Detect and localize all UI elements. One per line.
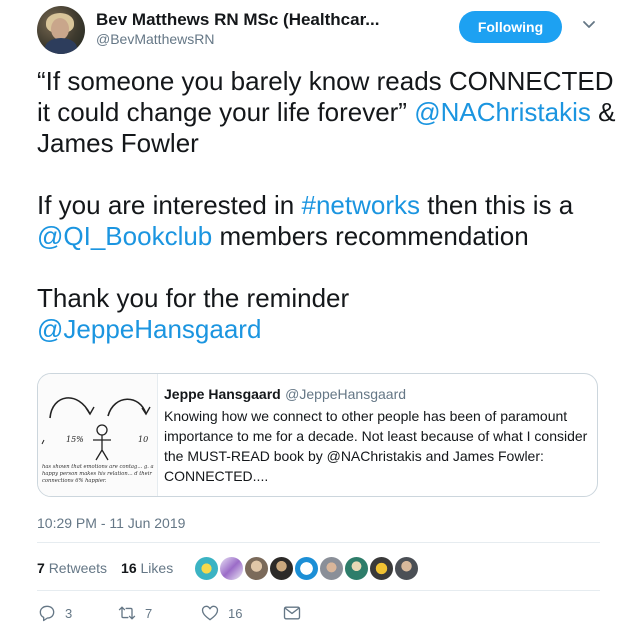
image-label-right: 10 [138, 435, 148, 444]
retweet-count: 7 [145, 605, 153, 621]
liker-avatars [193, 555, 420, 582]
liker-avatar[interactable] [343, 555, 370, 582]
network-sketch-illustration: 15% 10 has shown that emotions are conta… [41, 397, 154, 484]
direct-message-button[interactable] [282, 603, 310, 623]
tweet-text-segment: members recommendation [212, 221, 529, 251]
author-handle[interactable]: @BevMatthewsRN [96, 31, 214, 47]
liker-avatar[interactable] [318, 555, 345, 582]
retweet-icon [118, 606, 136, 620]
quoted-tweet-content: Jeppe Hansgaard @JeppeHansgaard Knowing … [164, 386, 594, 486]
chevron-down-icon[interactable] [579, 15, 599, 35]
quoted-tweet-header: Jeppe Hansgaard @JeppeHansgaard [164, 386, 594, 404]
author-name[interactable]: Bev Matthews RN MSc (Healthcar... [96, 10, 379, 30]
liker-avatar[interactable] [368, 555, 395, 582]
tweet-text-segment: If you are interested in [37, 190, 302, 220]
reply-icon [39, 605, 55, 622]
liker-avatar[interactable] [193, 555, 220, 582]
tweet-paragraph-3: Thank you for the reminder @JeppeHansgaar… [37, 283, 617, 345]
quoted-tweet-text: Knowing how we connect to other people h… [164, 408, 588, 484]
quoted-author-name: Jeppe Hansgaard [164, 386, 281, 402]
quoted-author-handle: @JeppeHansgaard [285, 386, 407, 402]
quoted-tweet-image[interactable]: 15% 10 has shown that emotions are conta… [38, 374, 158, 496]
image-label-left: 15% [66, 435, 84, 444]
divider [37, 542, 600, 543]
mention-link[interactable]: @QI_Bookclub [37, 221, 212, 251]
tweet-text-segment: Thank you for the reminder [37, 283, 350, 313]
like-icon [201, 605, 219, 621]
retweet-button[interactable]: 7 [117, 603, 200, 623]
liker-avatar[interactable] [268, 555, 295, 582]
likes-count: 16 [121, 560, 137, 576]
avatar-shirt [45, 38, 77, 54]
tweet-timestamp[interactable]: 10:29 PM - 11 Jun 2019 [37, 515, 185, 531]
liker-avatar[interactable] [243, 555, 270, 582]
tweet-paragraph-1: “If someone you barely know reads CONNEC… [37, 66, 617, 159]
mention-link[interactable]: @NAChristakis [414, 97, 591, 127]
divider [37, 590, 600, 591]
likes-stat[interactable]: 16 Likes [121, 560, 173, 576]
like-button[interactable]: 16 [200, 603, 282, 623]
liker-avatar[interactable] [218, 555, 245, 582]
following-button[interactable]: Following [459, 11, 562, 43]
retweets-count: 7 [37, 560, 45, 576]
likes-label: Likes [140, 560, 174, 576]
like-count: 16 [228, 605, 243, 621]
image-caption: has shown that emotions are contag... g.… [42, 464, 154, 484]
tweet-text-segment: then this is a [419, 190, 574, 220]
tweet-actions: 3 7 16 [37, 603, 310, 623]
mention-link[interactable]: @JeppeHansgaard [37, 314, 261, 344]
liker-avatar[interactable] [393, 555, 420, 582]
retweets-stat[interactable]: 7 Retweets [37, 560, 107, 576]
tweet-text: “If someone you barely know reads CONNEC… [37, 66, 617, 376]
message-icon [283, 606, 301, 620]
quoted-tweet-card[interactable]: 15% 10 has shown that emotions are conta… [37, 373, 598, 497]
avatar-face [51, 18, 69, 40]
tweet: Bev Matthews RN MSc (Healthcar... @BevMa… [0, 0, 636, 636]
retweets-label: Retweets [48, 560, 108, 576]
author-avatar[interactable] [37, 6, 85, 54]
hashtag-link[interactable]: #networks [301, 190, 420, 220]
reply-count: 3 [65, 605, 73, 621]
tweet-stats: 7 Retweets 16 Likes [37, 560, 173, 576]
tweet-paragraph-2: If you are interested in #networks then … [37, 190, 617, 252]
liker-avatar[interactable] [293, 555, 320, 582]
reply-button[interactable]: 3 [37, 603, 117, 623]
